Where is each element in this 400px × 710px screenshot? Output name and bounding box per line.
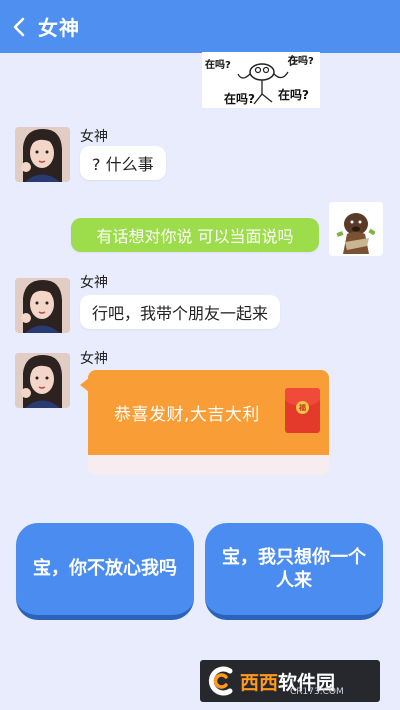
header-bar: 女神 bbox=[0, 0, 400, 53]
choice-label: 宝，我只想你一个人来 bbox=[222, 546, 366, 591]
red-packet-message[interactable]: 恭喜发财,大吉大利 福 bbox=[88, 370, 329, 455]
cr-logo-icon bbox=[208, 666, 233, 696]
chevron-left-icon bbox=[13, 17, 25, 36]
red-packet-text: 恭喜发财,大吉大利 bbox=[114, 405, 260, 425]
sticker-word: 在吗? bbox=[278, 88, 309, 102]
sender-name: 女神 bbox=[80, 275, 108, 291]
sticker-word: 在吗? bbox=[288, 56, 314, 67]
message-text: ? 什么事 bbox=[92, 155, 154, 174]
avatar[interactable] bbox=[15, 278, 70, 333]
sender-name: 女神 bbox=[80, 129, 108, 145]
choice-button-2[interactable]: 宝，我只想你一个人来 bbox=[205, 523, 383, 620]
avatar[interactable] bbox=[15, 353, 70, 408]
dog-sticker-avatar-icon bbox=[329, 202, 383, 256]
sticker-image-top[interactable]: 在吗? 在吗? 在吗? 在吗? bbox=[202, 52, 320, 108]
girl-avatar-icon bbox=[15, 127, 70, 182]
message-bubble[interactable]: ? 什么事 bbox=[80, 146, 166, 180]
message-text: 行吧，我带个朋友一起来 bbox=[92, 304, 269, 323]
choice-label: 宝，你不放心我吗 bbox=[33, 558, 177, 580]
page-title: 女神 bbox=[38, 16, 80, 40]
red-packet-footer bbox=[88, 455, 329, 475]
my-avatar[interactable] bbox=[329, 202, 383, 256]
back-button[interactable] bbox=[2, 0, 36, 53]
girl-avatar-icon bbox=[15, 353, 70, 408]
message-bubble[interactable]: 行吧，我带个朋友一起来 bbox=[80, 295, 281, 329]
sender-name: 女神 bbox=[80, 351, 108, 367]
avatar[interactable] bbox=[15, 127, 70, 182]
my-message-bubble[interactable]: 有话想对你说 可以当面说吗 bbox=[71, 218, 319, 252]
watermark-logo: 西西软件园 CR173.COM bbox=[200, 660, 380, 702]
red-envelope-icon: 福 bbox=[285, 388, 320, 433]
message-text: 有话想对你说 可以当面说吗 bbox=[96, 227, 294, 246]
sticker-word: 在吗? bbox=[205, 60, 231, 71]
choice-button-1[interactable]: 宝，你不放心我吗 bbox=[16, 523, 194, 620]
girl-avatar-icon bbox=[15, 278, 70, 333]
watermark-url: CR173.COM bbox=[290, 687, 344, 697]
sticker-word: 在吗? bbox=[224, 92, 255, 106]
